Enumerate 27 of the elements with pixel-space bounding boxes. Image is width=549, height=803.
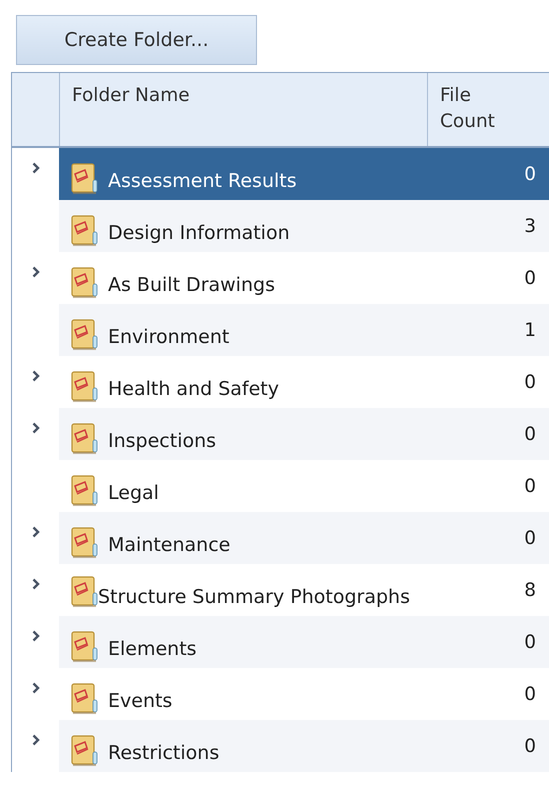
folder-name-cell[interactable]: Legal: [59, 460, 427, 512]
file-count-cell-text: 0: [523, 266, 537, 290]
folder-name-cell[interactable]: Events: [59, 668, 427, 720]
folder-name-cell[interactable]: Design Information: [59, 200, 427, 252]
column-header[interactable]: Folder Name: [59, 73, 427, 146]
folder-name-cell[interactable]: Restrictions: [59, 720, 427, 772]
column-header[interactable]: File Count: [427, 73, 549, 146]
file-count-cell-text: 0: [523, 474, 537, 498]
file-count-cell: 1: [427, 304, 549, 356]
file-count-cell-text: 0: [523, 370, 537, 394]
file-count-cell: 3: [427, 200, 549, 252]
file-count-cell: 0: [427, 720, 549, 772]
create-folder-button[interactable]: Create Folder...: [16, 15, 257, 65]
folder-name-cell[interactable]: Environment: [59, 304, 427, 356]
folder-name-cell[interactable]: Health and Safety: [59, 356, 427, 408]
folder-name-cell[interactable]: As Built Drawings: [59, 252, 427, 304]
file-count-cell: 0: [427, 408, 549, 460]
folder-name-cell[interactable]: Elements: [59, 616, 427, 668]
file-count-cell-text: 0: [523, 682, 537, 706]
folder-name-cell[interactable]: Assessment Results: [59, 148, 427, 200]
folder-name-cell[interactable]: Structure Summary Photographs: [59, 564, 427, 616]
folder-name-cell[interactable]: Inspections: [59, 408, 427, 460]
file-count-cell: 0: [427, 616, 549, 668]
file-count-cell: 0: [427, 148, 549, 200]
file-count-cell: 0: [427, 512, 549, 564]
folder-name-cell[interactable]: Maintenance: [59, 512, 427, 564]
file-count-cell-text: 8: [523, 578, 537, 602]
